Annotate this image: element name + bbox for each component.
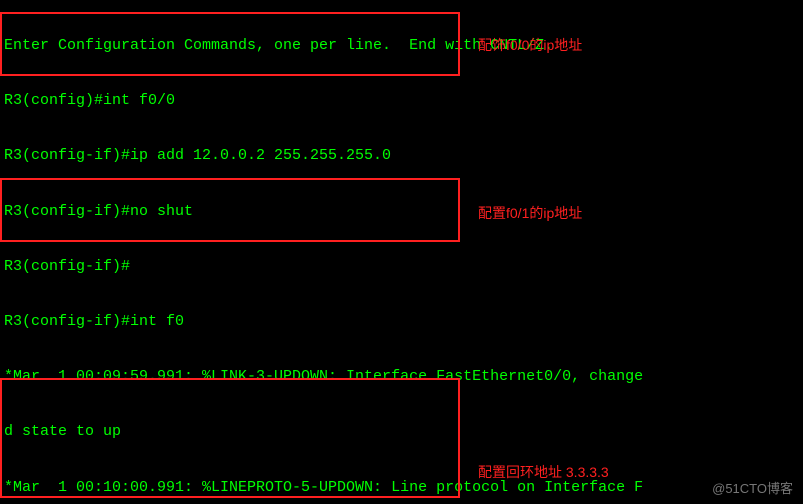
terminal-line: R3(config-if)#	[4, 258, 643, 276]
terminal-line: R3(config)#int f0/0	[4, 92, 643, 110]
terminal-line: *Mar 1 00:10:00.991: %LINEPROTO-5-UPDOWN…	[4, 479, 643, 497]
terminal-line: R3(config-if)#no shut	[4, 203, 643, 221]
terminal-line: d state to up	[4, 423, 643, 441]
terminal-line: R3(config-if)#ip add 12.0.0.2 255.255.25…	[4, 147, 643, 165]
terminal-line: *Mar 1 00:09:59.991: %LINK-3-UPDOWN: Int…	[4, 368, 643, 386]
watermark: @51CTO博客	[712, 480, 793, 499]
terminal-line: R3(config-if)#int f0	[4, 313, 643, 331]
terminal-line: Enter Configuration Commands, one per li…	[4, 37, 643, 55]
terminal-output: Enter Configuration Commands, one per li…	[4, 0, 643, 504]
